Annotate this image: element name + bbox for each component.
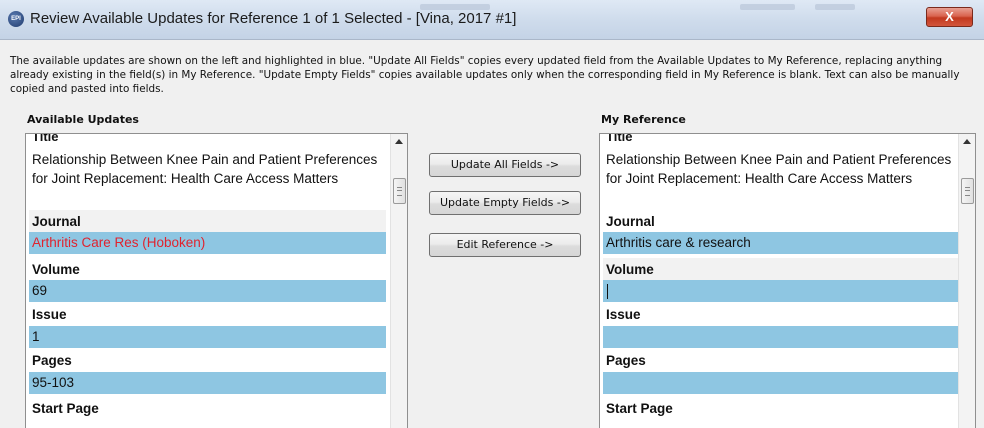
update-all-fields-button[interactable]: Update All Fields -> bbox=[429, 153, 581, 177]
available-updates-panel[interactable]: Title Relationship Between Knee Pain and… bbox=[25, 133, 408, 428]
title-label: Title bbox=[32, 133, 59, 144]
my-reference-scrollbar[interactable] bbox=[958, 134, 975, 428]
journal-label-row bbox=[29, 210, 386, 234]
title-label: Title bbox=[606, 133, 633, 144]
my-reference-heading: My Reference bbox=[601, 113, 686, 126]
scroll-thumb[interactable] bbox=[393, 178, 406, 204]
available-updates-heading: Available Updates bbox=[27, 113, 139, 126]
title-value[interactable]: Relationship Between Knee Pain and Patie… bbox=[606, 150, 962, 188]
volume-value[interactable] bbox=[603, 280, 960, 302]
pages-value[interactable] bbox=[603, 372, 960, 394]
edit-reference-button[interactable]: Edit Reference -> bbox=[429, 233, 581, 257]
journal-label: Journal bbox=[606, 214, 655, 229]
start-page-label: Start Page bbox=[606, 401, 673, 416]
issue-value[interactable]: 1 bbox=[29, 326, 386, 348]
title-bar: EPI Review Available Updates for Referen… bbox=[0, 0, 984, 40]
issue-value[interactable] bbox=[603, 326, 960, 348]
text-cursor bbox=[607, 284, 608, 299]
volume-label-row bbox=[603, 258, 960, 282]
start-page-label: Start Page bbox=[32, 401, 99, 416]
pages-value[interactable]: 95-103 bbox=[29, 372, 386, 394]
close-button[interactable]: X bbox=[926, 7, 973, 27]
volume-value[interactable]: 69 bbox=[29, 280, 386, 302]
app-icon: EPI bbox=[8, 11, 24, 27]
pages-label: Pages bbox=[32, 353, 72, 368]
issue-label: Issue bbox=[606, 307, 641, 322]
issue-label: Issue bbox=[32, 307, 67, 322]
window-title: Review Available Updates for Reference 1… bbox=[30, 10, 517, 27]
update-empty-fields-button[interactable]: Update Empty Fields -> bbox=[429, 191, 581, 215]
title-value[interactable]: Relationship Between Knee Pain and Patie… bbox=[32, 150, 388, 188]
volume-label: Volume bbox=[606, 262, 654, 277]
volume-label: Volume bbox=[32, 262, 80, 277]
scroll-up-icon[interactable] bbox=[395, 139, 403, 144]
background-window-ghost bbox=[815, 4, 855, 10]
background-window-ghost bbox=[740, 4, 795, 10]
scroll-thumb[interactable] bbox=[961, 178, 974, 204]
journal-label: Journal bbox=[32, 214, 81, 229]
available-updates-scrollbar[interactable] bbox=[390, 134, 407, 428]
pages-label: Pages bbox=[606, 353, 646, 368]
my-reference-panel[interactable]: Title Relationship Between Knee Pain and… bbox=[599, 133, 976, 428]
description-text: The available updates are shown on the l… bbox=[10, 55, 960, 95]
journal-value[interactable]: Arthritis care & research bbox=[603, 232, 960, 254]
journal-value[interactable]: Arthritis Care Res (Hoboken) bbox=[29, 232, 386, 254]
scroll-up-icon[interactable] bbox=[963, 139, 971, 144]
